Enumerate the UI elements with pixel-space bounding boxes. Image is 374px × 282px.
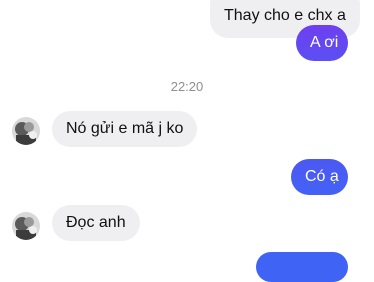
- message-bubble-incoming[interactable]: Đọc anh: [52, 205, 140, 241]
- message-text: Đọc anh: [66, 214, 126, 231]
- contact-avatar[interactable]: [12, 212, 40, 240]
- message-bubble-outgoing[interactable]: A ơi: [296, 25, 348, 61]
- user-avatar-photo-icon: [12, 212, 40, 240]
- message-text: Thay cho e chx a: [224, 7, 346, 24]
- user-avatar-photo-icon: [12, 117, 40, 145]
- message-timestamp: 22:20: [170, 79, 204, 94]
- message-text: Có ạ: [305, 168, 339, 185]
- message-bubble-outgoing[interactable]: Có ạ: [291, 159, 348, 195]
- message-bubble-incoming[interactable]: Nó gửi e mã j ko: [52, 111, 198, 147]
- message-text: Nó gửi e mã j ko: [66, 120, 184, 137]
- message-text: A ơi: [310, 34, 339, 51]
- contact-avatar[interactable]: [12, 117, 40, 145]
